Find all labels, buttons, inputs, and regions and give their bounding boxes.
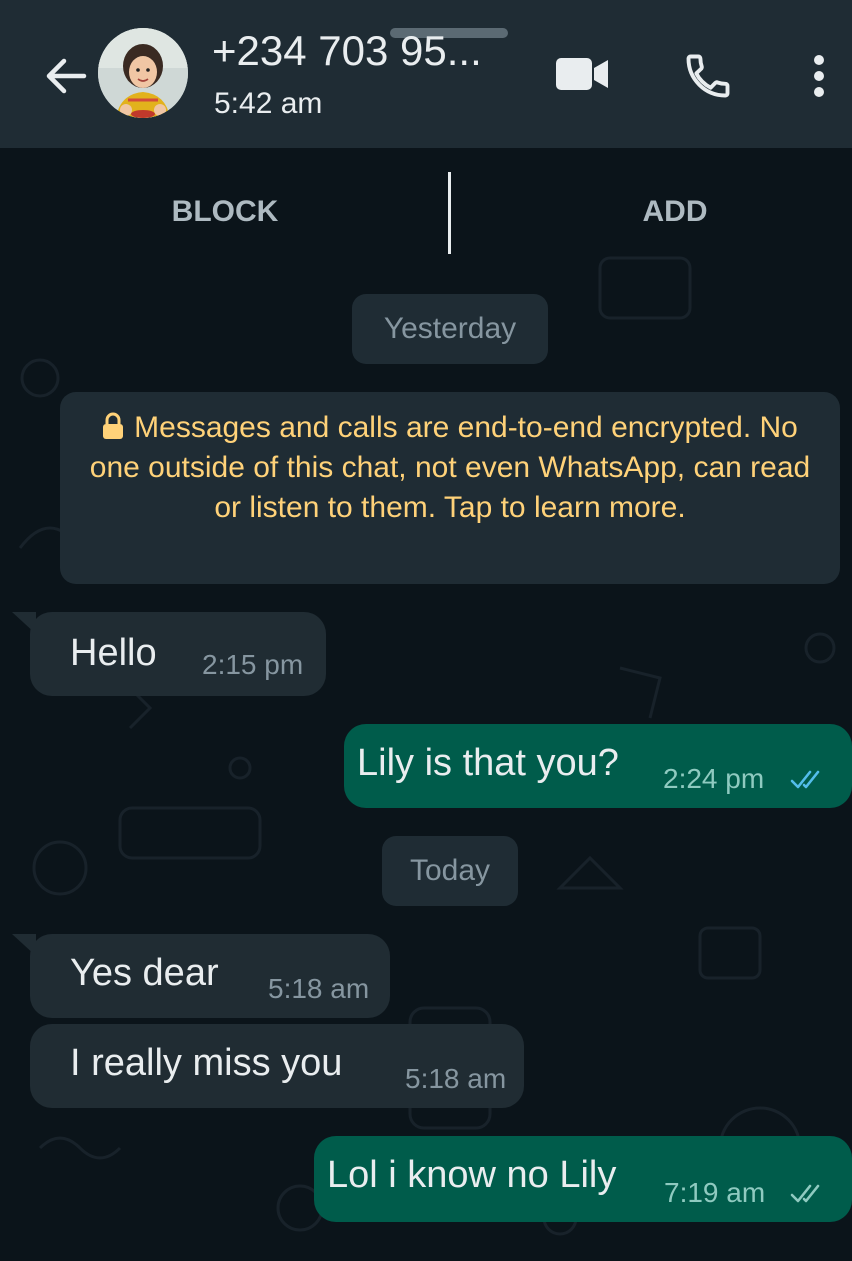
message-text: Lily is that you? [357, 742, 619, 784]
more-options-icon[interactable] [806, 50, 832, 102]
message-text: Hello [70, 632, 157, 674]
message-time: 2:15 pm [202, 649, 304, 680]
delivered-receipt-icon [790, 1184, 820, 1203]
read-receipt-icon [790, 770, 820, 789]
action-divider [448, 172, 451, 254]
message-bubble-outgoing[interactable]: Lily is that you? 2:24 pm [344, 724, 852, 808]
encryption-notice-text: Messages and calls are end-to-end encryp… [89, 411, 811, 524]
video-call-icon[interactable] [554, 54, 610, 94]
add-contact-button[interactable]: ADD [560, 182, 790, 242]
unknown-contact-actions: BLOCK ADD [0, 148, 852, 268]
voice-call-icon[interactable] [682, 50, 734, 102]
message-time: 5:18 am [268, 973, 370, 1004]
message-bubble-outgoing[interactable]: Lol i know no Lily 7:19 am [314, 1136, 852, 1222]
chat-header: +234 703 95... 5:42 am [0, 0, 852, 148]
encryption-notice[interactable]: Messages and calls are end-to-end encryp… [60, 392, 840, 584]
lock-icon [103, 412, 124, 439]
message-bubble-incoming[interactable]: I really miss you 5:18 am [30, 1024, 524, 1108]
message-text: Yes dear [70, 952, 219, 994]
back-arrow-icon[interactable] [40, 50, 92, 102]
date-separator: Yesterday [352, 294, 548, 364]
contact-name[interactable]: +234 703 95... [212, 26, 482, 76]
bubble-tail [12, 934, 36, 956]
message-bubble-incoming[interactable]: Yes dear 5:18 am [12, 934, 390, 1018]
message-text: I really miss you [70, 1042, 343, 1084]
message-text: Lol i know no Lily [327, 1154, 617, 1196]
message-time: 2:24 pm [663, 763, 765, 794]
bubble-tail [12, 612, 36, 634]
chat-area[interactable]: BLOCK ADD Yesterday Messages and calls a… [0, 148, 852, 1261]
message-time: 7:19 am [664, 1177, 766, 1208]
last-seen-status: 5:42 am [214, 87, 323, 120]
block-button[interactable]: BLOCK [110, 182, 340, 242]
contact-avatar[interactable] [98, 28, 188, 118]
message-bubble-incoming[interactable]: Hello 2:15 pm [12, 612, 326, 696]
message-time: 5:18 am [405, 1063, 507, 1094]
date-separator: Today [382, 836, 518, 906]
